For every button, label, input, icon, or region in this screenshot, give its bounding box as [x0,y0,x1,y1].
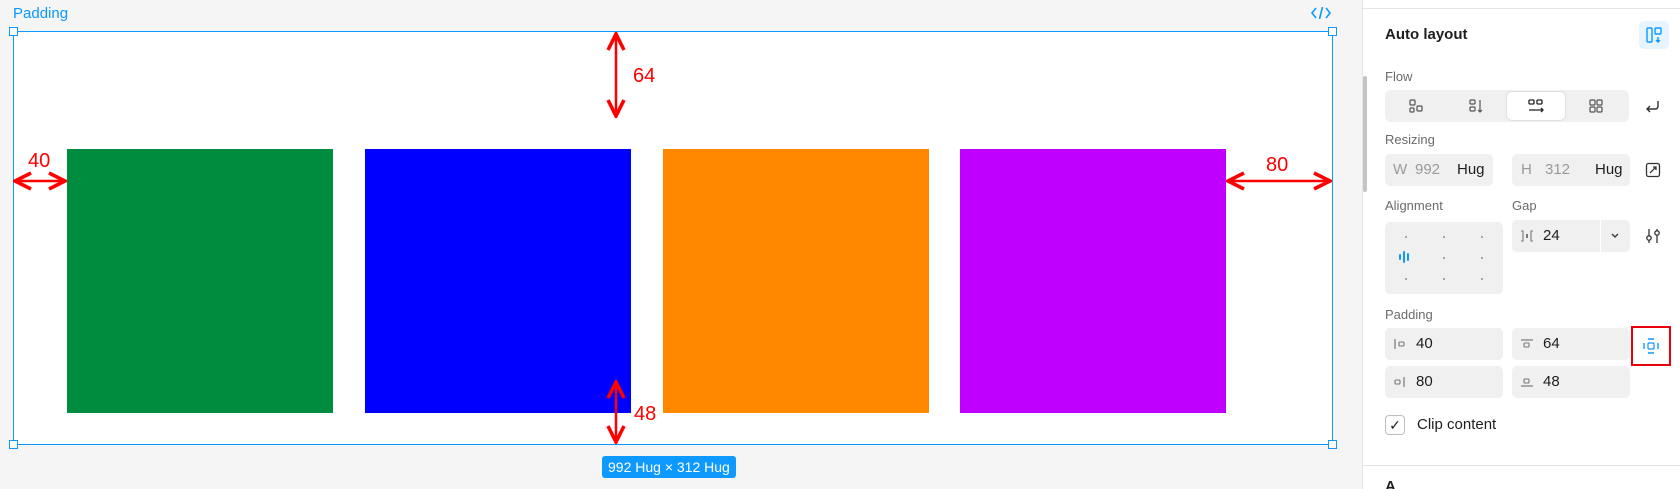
alignment-grid[interactable] [1385,222,1503,294]
height-mode[interactable]: Hug [1595,154,1623,186]
width-field[interactable]: W 992 Hug [1385,154,1493,186]
alignment-label: Alignment [1385,198,1443,213]
auto-layout-icon [1646,27,1662,43]
height-field[interactable]: H 312 Hug [1512,154,1630,186]
padding-bottom-field[interactable]: 48 [1512,366,1630,398]
padding-top-value[interactable]: 64 [1543,328,1560,360]
independent-padding-highlight [1631,326,1671,366]
panel-scrollbar[interactable] [1363,76,1367,192]
wrap-button[interactable] [1641,94,1665,118]
padding-bottom-value[interactable]: 48 [1543,366,1560,398]
gap-icon [1521,230,1533,242]
align-middle-center[interactable] [1443,257,1445,259]
padding-label: Padding [1385,307,1433,322]
independent-padding-icon [1643,338,1659,354]
gap-field[interactable]: 24 [1512,220,1630,252]
align-top-center[interactable] [1443,236,1445,238]
flow-vertical-icon [1469,99,1483,113]
align-bottom-left[interactable] [1405,278,1407,280]
independent-padding-button[interactable] [1641,336,1661,356]
padding-right-icon [1394,377,1405,387]
padding-left-icon [1394,339,1405,349]
panel-section-divider [1363,465,1680,466]
height-prefix: H [1521,161,1532,178]
width-value[interactable]: 992 [1415,154,1440,186]
resize-to-fit-button[interactable] [1641,158,1665,182]
top-padding-label: 64 [633,65,655,87]
auto-layout-toggle-button[interactable] [1639,21,1669,49]
align-bottom-center[interactable] [1443,278,1445,280]
padding-left-field[interactable]: 40 [1385,328,1503,360]
properties-panel: Auto layout Flow Resizing W 992 Hug H 31… [1362,0,1680,489]
padding-left-value[interactable]: 40 [1416,328,1433,360]
right-padding-label: 80 [1266,154,1288,176]
align-top-left[interactable] [1405,236,1407,238]
flow-grid-icon [1589,99,1603,113]
layout-settings-button[interactable] [1641,224,1665,248]
height-value[interactable]: 312 [1545,154,1570,186]
flow-none-icon [1409,99,1423,113]
flow-horizontal-icon [1528,99,1544,113]
width-mode[interactable]: Hug [1457,154,1485,186]
resizing-label: Resizing [1385,132,1435,147]
bottom-padding-label: 48 [634,403,656,425]
padding-right-field[interactable]: 80 [1385,366,1503,398]
align-middle-left-active[interactable] [1398,250,1414,264]
align-center-left-icon [1399,251,1409,263]
wrap-icon [1646,101,1659,113]
flow-option-grid[interactable] [1567,92,1625,120]
flow-option-none[interactable] [1387,92,1445,120]
resize-to-fit-icon [1645,162,1661,178]
auto-layout-title: Auto layout [1385,26,1468,43]
panel-divider [1363,8,1680,9]
chevron-down-icon[interactable] [1610,232,1620,240]
padding-bottom-icon [1521,378,1533,387]
clip-content-label[interactable]: Clip content [1417,416,1496,433]
sliders-icon [1646,229,1660,243]
flow-option-vertical[interactable] [1447,92,1505,120]
left-padding-label: 40 [28,150,50,172]
align-bottom-right[interactable] [1481,278,1483,280]
align-top-right[interactable] [1481,236,1483,238]
clip-content-checkbox[interactable]: ✓ [1385,415,1405,435]
padding-right-value[interactable]: 80 [1416,366,1433,398]
padding-annotations: 40 64 80 48 [0,0,1362,489]
padding-top-icon [1521,339,1533,348]
flow-option-horizontal[interactable] [1507,92,1565,120]
align-middle-right[interactable] [1481,257,1483,259]
gap-divider [1600,220,1601,252]
padding-top-field[interactable]: 64 [1512,328,1630,360]
design-canvas[interactable]: Padding 40 64 80 48 992 Hug × 312 Hug [0,0,1362,489]
frame-size-label: 992 Hug × 312 Hug [602,456,736,478]
gap-value[interactable]: 24 [1543,220,1560,252]
gap-label: Gap [1512,198,1537,213]
next-section-title: A [1385,478,1396,489]
width-prefix: W [1393,161,1408,178]
flow-selector [1385,90,1629,122]
flow-label: Flow [1385,69,1413,84]
